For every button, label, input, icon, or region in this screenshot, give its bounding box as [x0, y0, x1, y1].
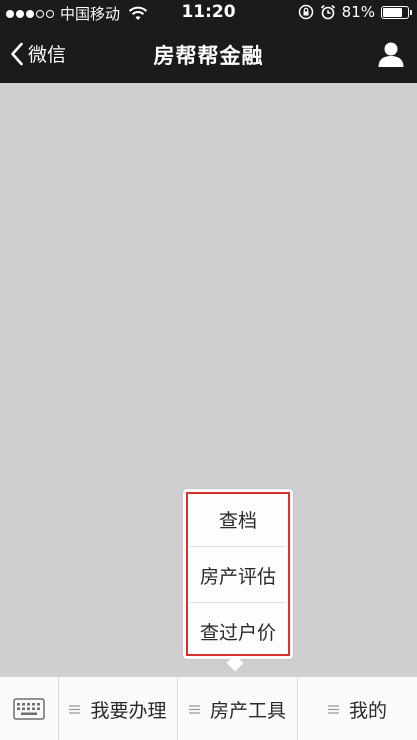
signal-dot	[26, 9, 34, 18]
battery-icon	[381, 5, 412, 19]
orientation-lock-icon	[298, 4, 313, 20]
submenu-item-property-valuation[interactable]: 房产评估	[190, 549, 286, 601]
chevron-left-icon	[11, 42, 23, 65]
menu-item-mine[interactable]: 我的	[297, 677, 417, 740]
keyboard-toggle-button[interactable]	[0, 677, 58, 740]
navigation-bar: 微信 房帮帮金融	[0, 26, 417, 83]
menu-lines-icon	[188, 704, 200, 714]
battery-percentage: 81%	[341, 3, 375, 21]
back-button[interactable]: 微信	[10, 40, 66, 67]
menu-item-label: 我要办理	[90, 699, 167, 722]
menu-item-label: 房产工具	[209, 699, 286, 722]
signal-strength-icon	[6, 9, 54, 18]
bottom-menu-bar: 我要办理 房产工具 我的	[0, 676, 417, 740]
menu-lines-icon	[327, 704, 339, 714]
status-left: 中国移动	[6, 3, 148, 24]
signal-dot	[36, 9, 44, 18]
profile-icon[interactable]	[377, 40, 405, 68]
menu-lines-icon	[69, 704, 81, 714]
signal-dot	[16, 9, 24, 18]
wifi-icon	[128, 6, 148, 20]
carrier-name: 中国移动	[60, 5, 121, 23]
alarm-clock-icon	[320, 4, 335, 20]
menu-item-property-tools[interactable]: 房产工具	[177, 677, 297, 740]
battery-level-fill	[383, 7, 403, 17]
submenu-divider	[190, 602, 286, 603]
signal-dot	[6, 9, 14, 18]
submenu-item-transfer-price[interactable]: 查过户价	[190, 605, 286, 657]
menu-item-apply[interactable]: 我要办理	[58, 677, 177, 740]
submenu-divider	[190, 546, 286, 547]
signal-dot	[46, 9, 54, 18]
submenu-item-archive-check[interactable]: 查档	[190, 493, 286, 545]
menu-item-label: 我的	[348, 699, 387, 722]
back-button-label: 微信	[28, 44, 67, 66]
status-bar: 中国移动 11:20 81%	[0, 0, 417, 26]
keyboard-icon	[13, 698, 45, 720]
status-right: 81%	[298, 3, 412, 21]
